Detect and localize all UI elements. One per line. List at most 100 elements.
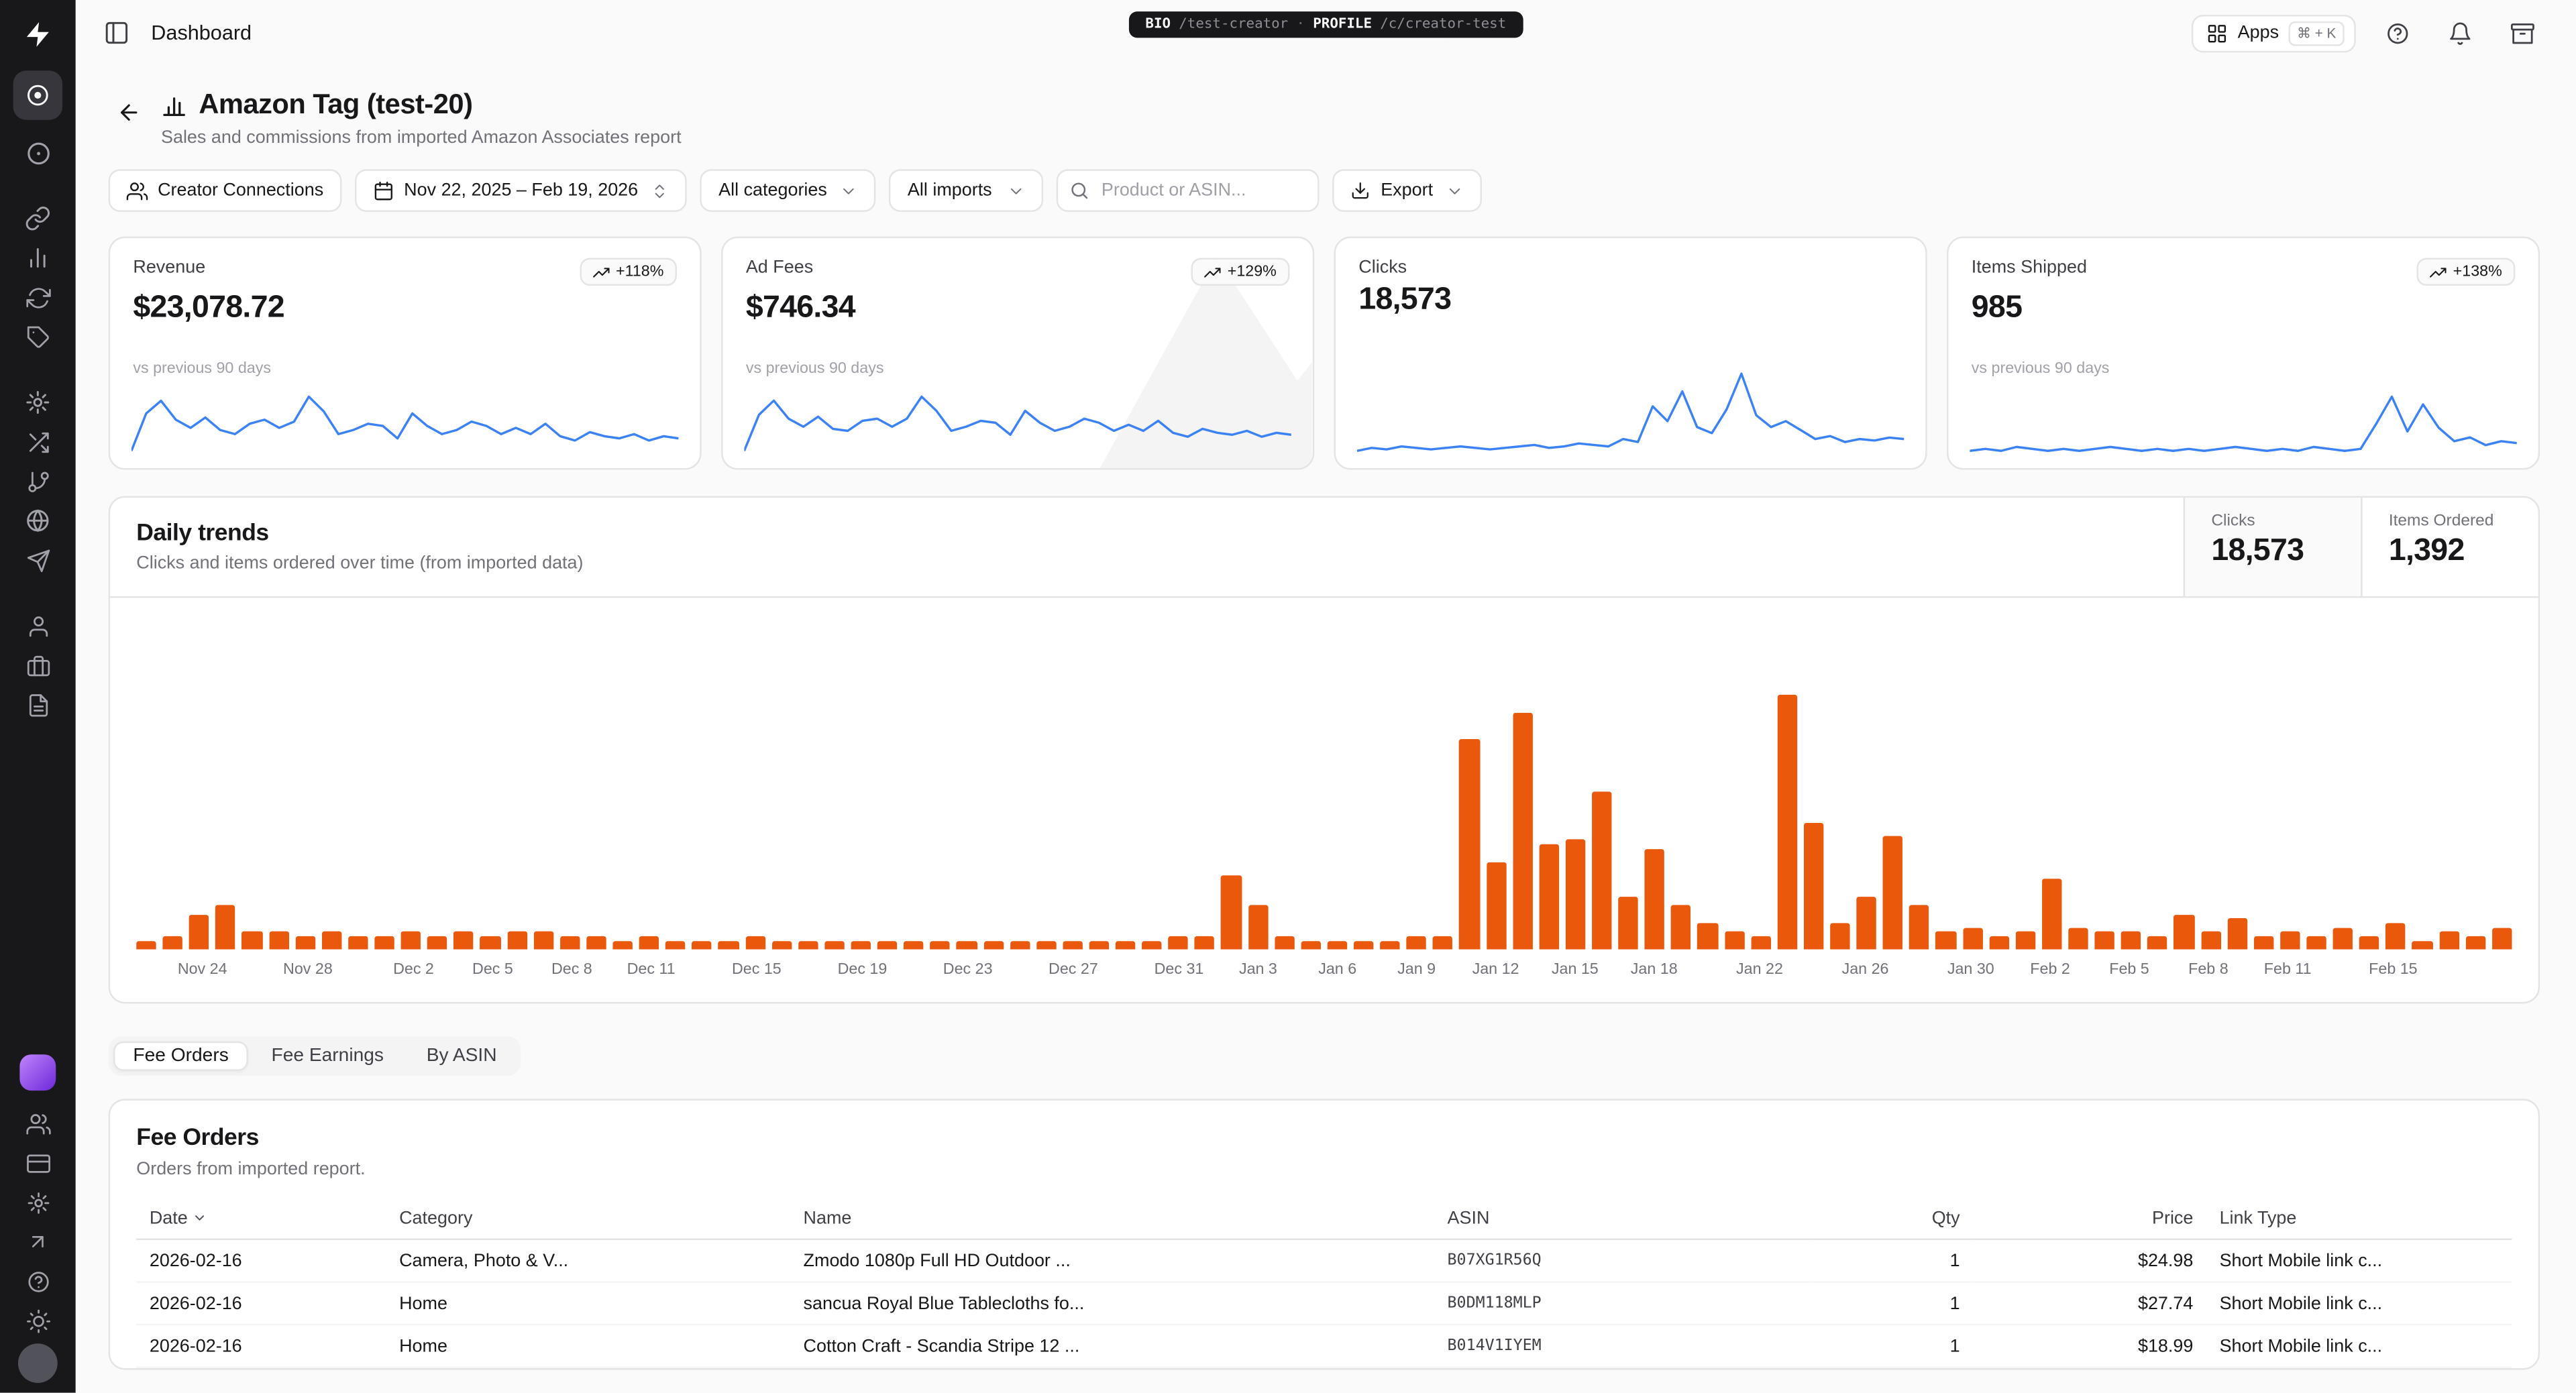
chart-bar (1486, 862, 1506, 950)
x-axis-label: Dec 19 (838, 961, 888, 979)
stat-note: vs previous 90 days (1972, 359, 2516, 378)
sidebar-item-help[interactable] (10, 1262, 66, 1301)
grid-icon (2206, 22, 2228, 44)
chart-bar (1804, 822, 1824, 949)
sidebar-item-links[interactable] (10, 199, 66, 238)
daily-trends-card: Daily trends Clicks and items ordered ov… (109, 496, 2540, 1004)
chart-bar (2121, 932, 2141, 949)
x-axis-label: Dec 15 (732, 961, 782, 979)
tab-by-asin[interactable]: By ASIN (407, 1042, 517, 1071)
tab-fee-earnings[interactable]: Fee Earnings (252, 1042, 403, 1071)
column-header-date[interactable]: Date (136, 1199, 386, 1239)
notifications-button[interactable] (2438, 11, 2481, 54)
tag-icon (25, 325, 50, 349)
table-cell: Cotton Craft - Scandia Stripe 12 ... (790, 1325, 1434, 1368)
logo-bolt-icon (23, 19, 52, 49)
stat-value: 18,573 (1358, 282, 1902, 319)
stat-card-ad-fees: Ad Fees +129% $746.34 vs previous 90 day… (721, 237, 1314, 470)
search-input[interactable] (1057, 169, 1320, 212)
metric-toggle-clicks[interactable]: Clicks 18,573 (2184, 498, 2361, 596)
stat-value: $746.34 (746, 290, 1290, 327)
revenue-sparkline (131, 392, 679, 455)
fee-orders-subtitle: Orders from imported report. (136, 1160, 2512, 1179)
chart-bar (1830, 923, 1850, 949)
chart-bar (930, 941, 951, 950)
stat-card-items-shipped: Items Shipped +138% 985 vs previous 90 d… (1947, 237, 2540, 470)
table-cell: 2026-02-16 (136, 1282, 386, 1325)
export-button[interactable]: Export (1333, 169, 1482, 212)
sidebar-item-billing[interactable] (10, 1143, 66, 1182)
date-range-picker[interactable]: Nov 22, 2025 – Feb 19, 2026 (355, 169, 688, 212)
chart-bar (1433, 936, 1453, 950)
context-badge[interactable]: BIO /test-creator · PROFILE /c/creator-t… (1129, 11, 1523, 38)
app-window: Dashboard BIO /test-creator · PROFILE /c… (0, 0, 2576, 1393)
fee-orders-tbody: 2026-02-16Camera, Photo & V...Zmodo 1080… (136, 1239, 2512, 1368)
daily-trends-subtitle: Clicks and items ordered over time (from… (136, 553, 2157, 573)
chart-bar (798, 941, 818, 950)
workspace-avatar[interactable] (19, 1054, 56, 1091)
inbox-button[interactable] (2500, 11, 2543, 54)
chart-bar (2148, 936, 2168, 950)
chart-bar (2412, 941, 2432, 950)
user-avatar[interactable] (18, 1343, 58, 1383)
metric-toggle-items-ordered[interactable]: Items Ordered 1,392 (2361, 498, 2538, 596)
apps-button[interactable]: Apps ⌘ + K (2192, 14, 2356, 52)
x-axis-label: Dec 31 (1155, 961, 1204, 979)
topbar-actions: Apps ⌘ + K (2192, 11, 2543, 54)
sidebar-item-sync[interactable] (10, 278, 66, 317)
table-cell: $18.99 (1973, 1325, 2206, 1368)
items-shipped-sparkline (1970, 392, 2517, 455)
sidebar-item-analytics[interactable] (10, 238, 66, 278)
sidebar-item-profile[interactable] (10, 606, 66, 646)
chart-bar (559, 936, 580, 950)
chart-bar (533, 932, 553, 949)
back-button[interactable] (109, 92, 148, 131)
app-logo[interactable] (18, 15, 58, 54)
sidebar-item-share[interactable] (10, 1222, 66, 1262)
stat-cards: Revenue +118% $23,078.72 vs previous 90 … (109, 237, 2540, 470)
arrow-up-right-icon (26, 1230, 49, 1253)
x-axis-label: Feb 11 (2264, 961, 2312, 979)
help-circle-icon (2385, 21, 2410, 46)
help-button[interactable] (2375, 11, 2418, 54)
stat-card-revenue: Revenue +118% $23,078.72 vs previous 90 … (109, 237, 702, 470)
sidebar-item-record-active[interactable] (13, 70, 62, 119)
sidebar-item-split[interactable] (10, 422, 66, 461)
bio-value: /test-creator (1179, 16, 1288, 32)
tab-fee-orders[interactable]: Fee Orders (113, 1042, 248, 1071)
sidebar-item-flows[interactable] (10, 461, 66, 501)
link-icon (25, 205, 51, 231)
creator-connections-button[interactable]: Creator Connections (109, 169, 341, 212)
chart-bar (1671, 905, 1691, 949)
sidebar-item-portfolio[interactable] (10, 645, 66, 685)
export-label: Export (1381, 180, 1433, 200)
table-row[interactable]: 2026-02-16HomeCotton Craft - Scandia Str… (136, 1325, 2512, 1368)
sidebar-item-team[interactable] (10, 1104, 66, 1144)
table-row[interactable]: 2026-02-16Camera, Photo & V...Zmodo 1080… (136, 1239, 2512, 1282)
sidebar-item-settings[interactable] (10, 1182, 66, 1222)
chart-bar (904, 941, 924, 950)
sidebar-item-documents[interactable] (10, 685, 66, 724)
chart-bar (957, 941, 977, 950)
fee-orders-card: Fee Orders Orders from imported report. … (109, 1099, 2540, 1370)
chart-bar (374, 936, 394, 950)
stat-label: Clicks (1358, 258, 1407, 277)
sidebar-item-tags[interactable] (10, 317, 66, 357)
sidebar-item-campaigns[interactable] (10, 541, 66, 580)
x-axis-label: Feb 2 (2030, 961, 2070, 979)
chart-bar (612, 941, 633, 950)
chart-bar (1777, 695, 1797, 950)
sidebar-item-disc[interactable] (10, 133, 66, 172)
sidebar-item-web[interactable] (10, 501, 66, 541)
imports-select[interactable]: All imports (890, 169, 1044, 212)
chart-bar (692, 941, 712, 950)
table-cell: Home (386, 1282, 790, 1325)
category-select[interactable]: All categories (700, 169, 876, 212)
table-row[interactable]: 2026-02-16Homesancua Royal Blue Tableclo… (136, 1282, 2512, 1325)
trend-badge-value: +129% (1228, 263, 1277, 281)
theme-toggle[interactable] (10, 1301, 66, 1341)
chart-bar (1566, 840, 1586, 949)
sidebar-item-automation[interactable] (10, 383, 66, 423)
chevron-down-icon (1446, 182, 1464, 200)
sidebar-toggle-button[interactable] (95, 11, 138, 54)
